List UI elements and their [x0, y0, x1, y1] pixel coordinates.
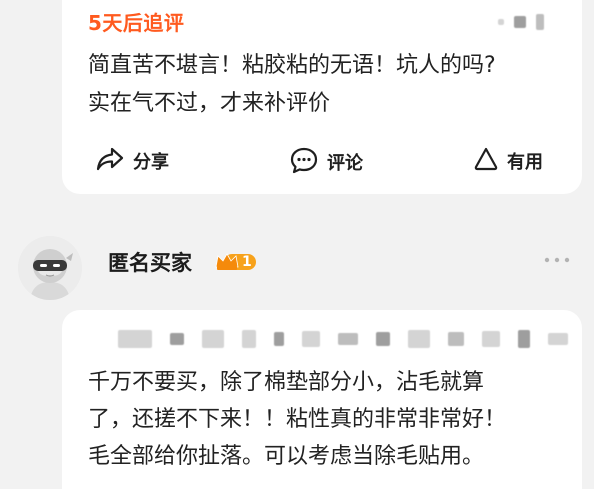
- blurred-specs-line: [118, 330, 568, 348]
- review-actions-bar: 分享 评论 有用: [95, 146, 560, 176]
- share-icon: [95, 146, 125, 176]
- chat-bubble-icon: [289, 146, 319, 178]
- level-number: 1: [242, 254, 252, 270]
- comment-button[interactable]: 评论: [289, 146, 363, 178]
- username[interactable]: 匿名买家: [108, 247, 192, 277]
- followup-text-line-1: 简直苦不堪言！粘胶粘的无语！坑人的吗?: [88, 53, 496, 78]
- level-badge: 1: [214, 251, 258, 273]
- review-text-line-1: 千万不要买，除了棉垫部分小，沾毛就算: [88, 370, 485, 395]
- anonymous-ninja-avatar-icon: [18, 236, 82, 300]
- share-button[interactable]: 分享: [95, 146, 169, 176]
- useful-button[interactable]: 有用: [473, 146, 543, 176]
- triangle-icon: [473, 146, 499, 176]
- followup-title: 5天后追评: [88, 11, 185, 35]
- more-dots-icon[interactable]: [542, 252, 572, 268]
- review-text-line-3: 毛全部给你扯落。可以考虑当除毛贴用。: [88, 444, 485, 469]
- avatar[interactable]: [18, 236, 82, 300]
- share-label: 分享: [133, 152, 169, 173]
- review-text-line-2: 了，还搓不下来！！粘性真的非常非常好！: [88, 407, 507, 432]
- followup-text-line-2: 实在气不过，才来补评价: [88, 91, 331, 116]
- useful-label: 有用: [507, 152, 543, 173]
- comment-label: 评论: [327, 153, 363, 174]
- review-page: 5天后追评 简直苦不堪言！粘胶粘的无语！坑人的吗? 实在气不过，才来补评价 分享: [0, 0, 594, 489]
- blurred-specs-top: [498, 14, 544, 30]
